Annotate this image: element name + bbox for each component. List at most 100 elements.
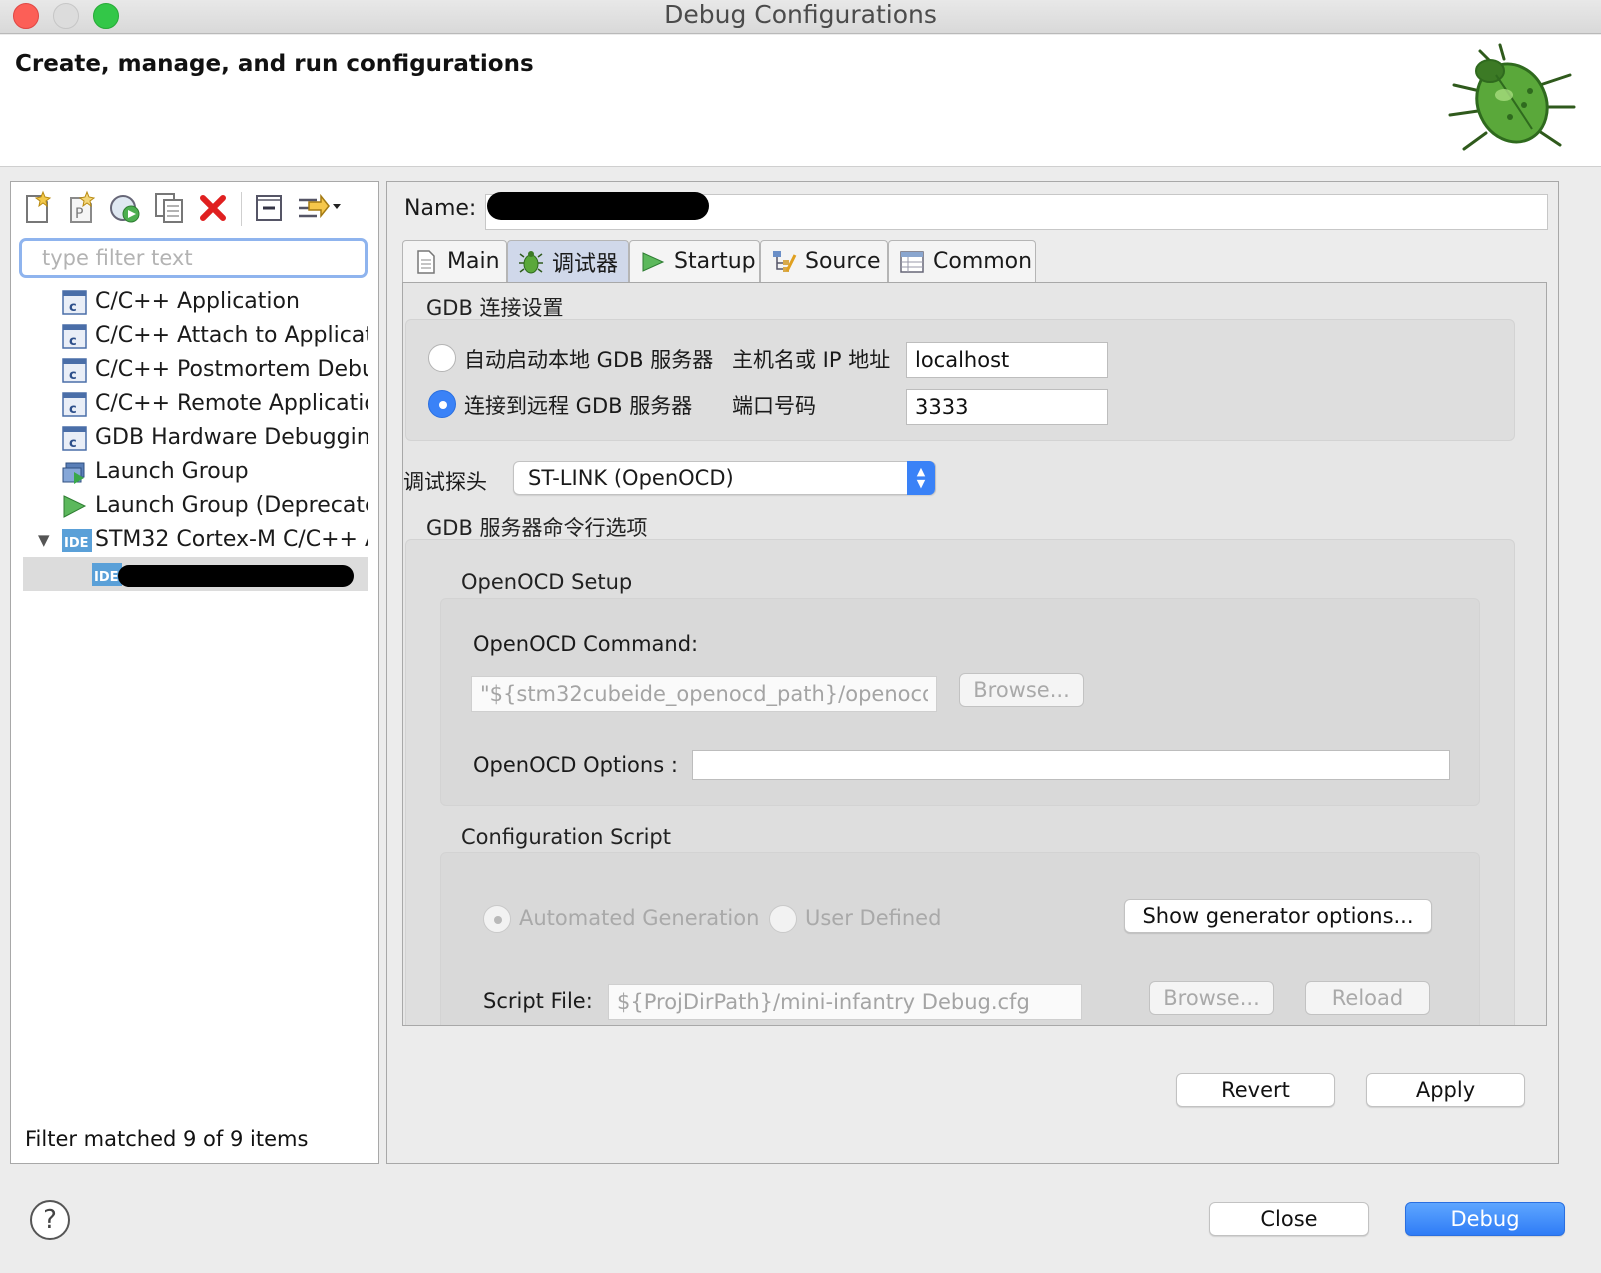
launch-group-icon	[62, 462, 85, 484]
filter-input[interactable]	[19, 238, 368, 278]
c-config-icon: c	[62, 392, 87, 417]
user-defined-radio	[769, 905, 797, 933]
svg-text:c: c	[69, 402, 77, 417]
gdb-server-options-group: OpenOCD Setup OpenOCD Command: Browse...…	[405, 539, 1515, 1025]
svg-text:IDE: IDE	[64, 536, 89, 551]
tree-item-label: C/C++ Application	[95, 289, 300, 314]
openocd-setup-title: OpenOCD Setup	[461, 570, 633, 594]
automated-generation-radio	[483, 905, 511, 933]
auto-start-gdb-radio[interactable]	[428, 344, 456, 372]
openocd-command-label: OpenOCD Command:	[473, 632, 699, 656]
main-tab-icon	[417, 249, 435, 274]
openocd-options-label: OpenOCD Options :	[473, 753, 678, 777]
bug-icon	[1448, 43, 1576, 151]
tree-item-launch-group-deprecated[interactable]: Launch Group (Deprecate	[11, 489, 368, 523]
title-bar: Debug Configurations	[0, 0, 1601, 34]
startup-tab-icon	[642, 251, 665, 272]
collapse-all-icon[interactable]	[251, 190, 287, 226]
tree-item-launch-group[interactable]: Launch Group	[11, 455, 368, 489]
tab-startup[interactable]: Startup	[629, 240, 760, 282]
launch-arrow-icon	[63, 495, 87, 518]
tree-item-label: Launch Group	[95, 459, 249, 484]
source-tab-icon	[773, 250, 797, 272]
revert-button[interactable]: Revert	[1176, 1073, 1335, 1107]
tree-item-cpp-remote[interactable]: c C/C++ Remote Application	[11, 387, 368, 421]
openocd-command-input	[471, 676, 937, 712]
tree-item-cpp-application[interactable]: c C/C++ Application	[11, 285, 368, 319]
tree-item-cpp-postmortem[interactable]: c C/C++ Postmortem Debug	[11, 353, 368, 387]
delete-icon[interactable]	[195, 190, 231, 226]
configuration-editor-panel: Name: Main 调试器 Startup Source Common GDB…	[386, 181, 1559, 1164]
svg-text:c: c	[69, 334, 77, 349]
tree-item-label: C/C++ Remote Application	[95, 391, 368, 416]
configuration-tree: c C/C++ Application c C/C++ Attach to Ap…	[11, 285, 378, 591]
new-configuration-icon[interactable]	[19, 190, 55, 226]
filter-icon[interactable]	[295, 190, 343, 226]
debug-button[interactable]: Debug	[1405, 1202, 1565, 1236]
host-label: 主机名或 IP 地址	[732, 348, 891, 372]
tree-item-label: Launch Group (Deprecate	[95, 493, 368, 518]
window-title: Debug Configurations	[664, 0, 937, 29]
openocd-setup-group: OpenOCD Command: Browse... OpenOCD Optio…	[440, 598, 1480, 806]
tree-item-label: C/C++ Attach to Applicati	[95, 323, 368, 348]
script-file-input	[608, 984, 1082, 1020]
host-input[interactable]	[906, 342, 1108, 378]
ide-icon: IDE	[62, 529, 92, 552]
svg-text:c: c	[69, 436, 77, 451]
name-label: Name:	[404, 196, 477, 221]
apply-button[interactable]: Apply	[1366, 1073, 1525, 1107]
select-arrows-icon: ▲ ▼	[907, 461, 935, 495]
toolbar-separator	[241, 192, 242, 226]
tab-source[interactable]: Source	[760, 240, 888, 282]
tab-label: Source	[805, 249, 881, 274]
connect-remote-gdb-radio[interactable]	[428, 390, 456, 418]
expand-triangle-icon[interactable]: ▼	[38, 523, 50, 557]
tab-label: Startup	[674, 249, 756, 274]
tree-item-label: STM32 Cortex-M C/C++ A	[95, 527, 368, 552]
config-tabs: Main 调试器 Startup Source Common	[402, 240, 1547, 284]
export-icon[interactable]	[107, 190, 143, 226]
config-toolbar: P	[19, 190, 369, 230]
show-generator-options-button[interactable]: Show generator options...	[1124, 899, 1432, 933]
banner-title: Create, manage, and run configurations	[15, 51, 534, 77]
tab-label: Main	[447, 249, 500, 274]
common-tab-icon	[900, 250, 924, 273]
gdb-server-options-title: GDB 服务器命令行选项	[426, 516, 648, 540]
debugger-tab-content: GDB 连接设置 自动启动本地 GDB 服务器 主机名或 IP 地址 连接到远程…	[402, 282, 1547, 1026]
debug-probe-value: ST-LINK (OpenOCD)	[528, 466, 734, 490]
script-file-label: Script File:	[483, 989, 593, 1013]
tab-label: Common	[933, 249, 1033, 274]
debugger-tab-icon	[519, 250, 543, 273]
tree-item-gdb-hardware[interactable]: c GDB Hardware Debugging	[11, 421, 368, 455]
configuration-list-panel: P c C/C++ Appl	[10, 181, 379, 1164]
header-banner: Create, manage, and run configurations	[0, 35, 1601, 167]
tree-item-label: C/C++ Postmortem Debug	[95, 357, 368, 382]
tree-item-stm32-cortex-m[interactable]: ▼ IDE STM32 Cortex-M C/C++ A	[11, 523, 368, 557]
filter-status: Filter matched 9 of 9 items	[25, 1127, 309, 1151]
openocd-options-input[interactable]	[692, 750, 1450, 780]
tree-item-selected-config[interactable]: IDE	[23, 557, 368, 591]
c-config-icon: c	[62, 426, 87, 451]
debug-probe-label: 调试探头	[403, 470, 487, 494]
connect-remote-gdb-label: 连接到远程 GDB 服务器	[464, 394, 693, 418]
gdb-connection-section-title: GDB 连接设置	[426, 296, 564, 320]
script-reload-button: Reload	[1305, 981, 1430, 1015]
debug-probe-select[interactable]: ST-LINK (OpenOCD) ▲ ▼	[513, 461, 936, 495]
tree-item-cpp-attach[interactable]: c C/C++ Attach to Applicati	[11, 319, 368, 353]
duplicate-icon[interactable]	[151, 190, 187, 226]
tab-main[interactable]: Main	[402, 240, 507, 282]
svg-text:c: c	[69, 300, 77, 315]
tab-common[interactable]: Common	[888, 240, 1036, 282]
redaction-mark	[118, 565, 354, 587]
port-label: 端口号码	[732, 394, 816, 418]
close-button[interactable]: Close	[1209, 1202, 1369, 1236]
port-input[interactable]	[906, 389, 1108, 425]
tab-debugger[interactable]: 调试器	[507, 240, 629, 282]
redaction-mark	[487, 192, 709, 220]
new-prototype-icon[interactable]: P	[63, 190, 99, 226]
help-icon[interactable]: ?	[30, 1200, 70, 1240]
svg-text:c: c	[69, 368, 77, 383]
automated-generation-label: Automated Generation	[519, 906, 760, 930]
c-config-icon: c	[62, 290, 87, 315]
script-browse-button: Browse...	[1149, 981, 1274, 1015]
